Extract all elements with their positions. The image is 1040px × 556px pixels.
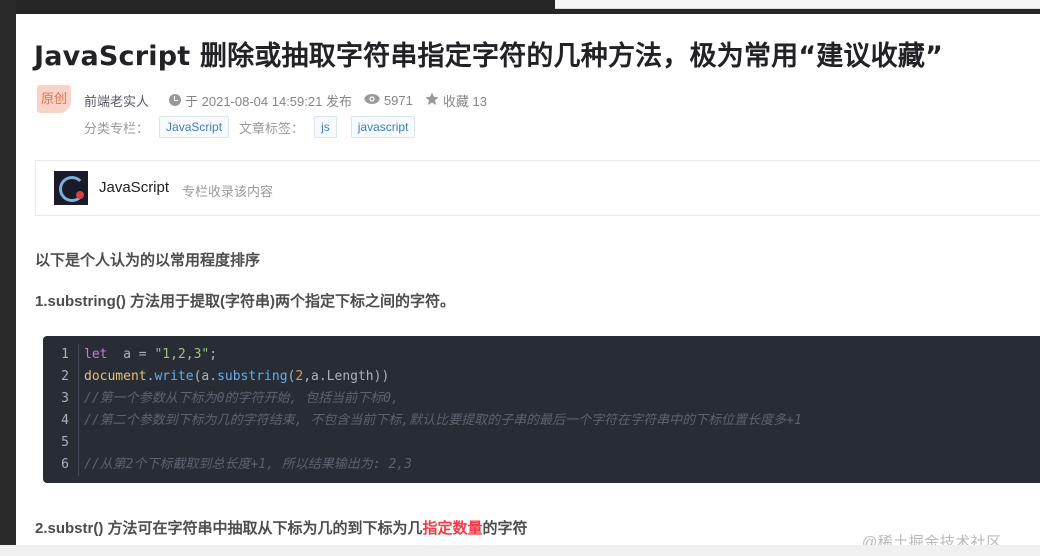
article-meta: 前端老实人 于 2021-08-04 14:59:21 发布 5971 收藏 1… [84, 90, 499, 110]
line-number: 1 [61, 347, 69, 362]
column-name[interactable]: JavaScript [99, 179, 169, 196]
highlight-text: 指定数量 [422, 520, 483, 537]
category-tag-javascript[interactable]: JavaScript [159, 116, 230, 138]
column-card[interactable]: JavaScript 专栏收录该内容 [35, 160, 1040, 216]
top-white-bar [555, 0, 1040, 9]
line-number: 5 [61, 435, 69, 450]
code-line-4: //第二个参数到下标为几的字符结束, 不包含当前下标,默认比要提取的子串的最后一… [84, 413, 802, 428]
code-line-6: //从第2个下标截取到总长度+1, 所以结果输出为: 2,3 [84, 457, 412, 472]
code-line-1: let a = "1,2,3"; [84, 347, 218, 362]
line-number: 6 [61, 457, 69, 472]
clock-icon [169, 94, 182, 106]
code-block: 1 2 3 4 5 6 let a = "1,2,3"; document.wr… [43, 336, 1040, 483]
line-number-gutter: 1 2 3 4 5 6 [43, 344, 79, 476]
star-icon [425, 92, 439, 109]
line-number: 2 [61, 369, 69, 384]
category-label: 分类专栏： [84, 120, 150, 136]
tag-js[interactable]: js [314, 116, 337, 138]
column-thumbnail [54, 171, 88, 205]
section-substr-heading: 2.substr() 方法可在字符串中抽取从下标为几的到下标为几指定数量的字符 [35, 520, 528, 537]
page-bottom-strip [0, 545, 1040, 556]
section-substring-heading: 1.substring() 方法用于提取(字符串)两个指定下标之间的字符。 [35, 293, 455, 310]
eye-icon [364, 93, 380, 108]
article-tags-row: 分类专栏： JavaScript 文章标签： js javascript [84, 116, 419, 138]
view-count-value: 5971 [383, 92, 413, 108]
intro-paragraph: 以下是个人认为的以常用程度排序 [35, 252, 261, 269]
favorite-count-value: 收藏 13 [442, 93, 487, 109]
view-count: 5971 [364, 93, 413, 108]
code-lines: let a = "1,2,3"; document.write(a.substr… [84, 344, 802, 476]
code-line-3: //第一个参数从下标为0的字符开始, 包括当前下标0, [84, 391, 399, 406]
tag-javascript[interactable]: javascript [350, 116, 416, 138]
author-link[interactable]: 前端老实人 [84, 91, 149, 110]
publish-date: 于 2021-08-04 14:59:21 发布 [185, 93, 352, 109]
code-line-2: document.write(a.substring(2,a.Length)) [84, 369, 390, 384]
column-subtitle: 专栏收录该内容 [182, 184, 274, 199]
tags-label: 文章标签： [239, 120, 305, 136]
line-number: 3 [61, 391, 69, 406]
favorite-count[interactable]: 收藏 13 [425, 91, 487, 110]
line-number: 4 [61, 413, 69, 428]
page-left-background [0, 0, 16, 556]
article-title: JavaScript 删除或抽取字符串指定字符的几种方法，极为常用“建议收藏” [34, 41, 944, 72]
watermark: @稀土掘金技术社区 [862, 534, 1002, 546]
original-badge: 原创 [37, 85, 71, 113]
article-card: JavaScript 删除或抽取字符串指定字符的几种方法，极为常用“建议收藏” … [16, 14, 1040, 546]
publish-info: 于 2021-08-04 14:59:21 发布 [169, 91, 352, 110]
